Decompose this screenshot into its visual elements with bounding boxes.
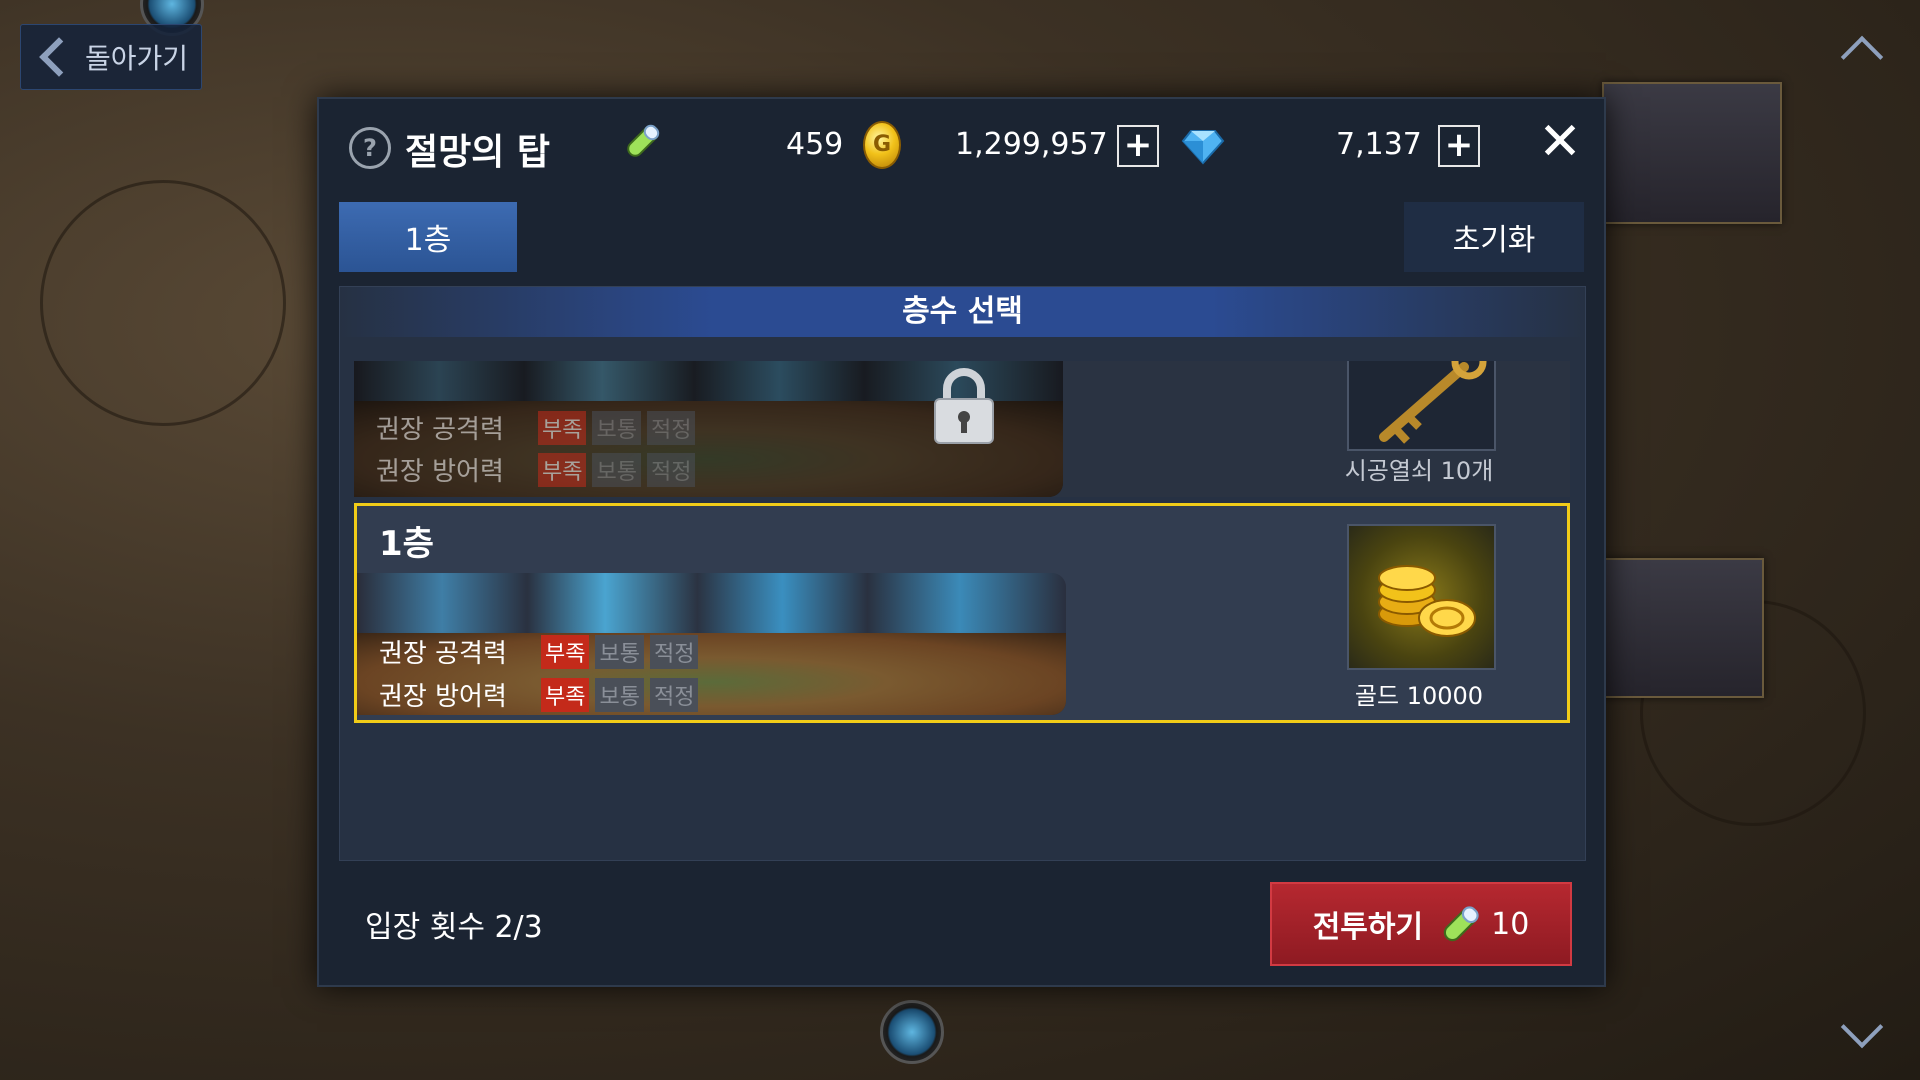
add-gold-button[interactable]: + — [1117, 125, 1159, 167]
close-button[interactable]: ✕ — [1537, 116, 1583, 168]
tab-floor[interactable]: 1층 — [339, 202, 517, 272]
scroll-up-icon[interactable] — [1840, 35, 1884, 79]
reward-label: 골드 10000 — [1354, 682, 1484, 710]
stamina-potion-icon — [627, 124, 660, 157]
chevron-left-icon — [39, 37, 79, 77]
recommended-attack: 권장 공격력 부족 보통 적정 — [376, 409, 701, 446]
gold-coin-icon: G — [863, 121, 901, 169]
help-icon[interactable]: ? — [349, 127, 391, 169]
reset-button[interactable]: 초기화 — [1404, 202, 1584, 272]
stamina-count: 459 — [786, 127, 844, 162]
back-button[interactable]: 돌아가기 — [20, 24, 202, 90]
reward-slot — [1347, 524, 1496, 670]
gold-count: 1,299,957 — [955, 127, 1108, 162]
page-title: 절망의 탑 — [405, 132, 551, 173]
background-map-decoration — [40, 180, 286, 426]
modal-header: ? 절망의 탑 459 G 1,299,957 + 7,137 + ✕ — [319, 99, 1604, 191]
background-stage-thumbnail — [1602, 82, 1782, 224]
reward-slot — [1347, 361, 1496, 451]
key-icon — [1379, 361, 1487, 444]
reward-label: 시공열쇠 10개 — [1344, 457, 1494, 485]
floor-list-header: 층수 선택 — [340, 287, 1585, 337]
floor-list: 층수 선택 권장 공격력 부족 보통 적정 권장 방어력 부족 보통 적정 시공… — [339, 286, 1586, 861]
list-item-floor-1[interactable]: 1층 권장 공격력 부족 보통 적정 권장 방어력 부족 보통 적정 골드 10… — [354, 503, 1570, 723]
scroll-down-icon[interactable] — [1840, 1005, 1884, 1049]
diamond-icon — [1181, 130, 1225, 165]
entry-count: 입장 횟수 2/3 — [365, 910, 543, 945]
battle-button-label: 전투하기 — [1312, 910, 1424, 945]
lock-icon — [934, 368, 994, 444]
stamina-potion-icon — [1443, 906, 1479, 942]
battle-button[interactable]: 전투하기 10 — [1270, 882, 1572, 966]
background-stage-thumbnail — [1602, 558, 1764, 698]
gold-coins-icon — [1378, 565, 1476, 637]
gem-count: 7,137 — [1336, 127, 1422, 162]
battle-cost: 10 — [1491, 906, 1530, 942]
list-item-locked-floor[interactable]: 권장 공격력 부족 보통 적정 권장 방어력 부족 보통 적정 시공열쇠 10개 — [354, 361, 1570, 497]
tower-modal: ? 절망의 탑 459 G 1,299,957 + 7,137 + ✕ 1층 초… — [317, 97, 1606, 987]
recommended-attack: 권장 공격력 부족 보통 적정 — [379, 633, 704, 670]
floor-name: 1층 — [379, 524, 434, 564]
back-button-label: 돌아가기 — [85, 42, 189, 75]
add-gems-button[interactable]: + — [1438, 125, 1480, 167]
map-node — [880, 1000, 944, 1064]
recommended-defense: 권장 방어력 부족 보통 적정 — [379, 676, 704, 713]
recommended-defense: 권장 방어력 부족 보통 적정 — [376, 451, 701, 488]
